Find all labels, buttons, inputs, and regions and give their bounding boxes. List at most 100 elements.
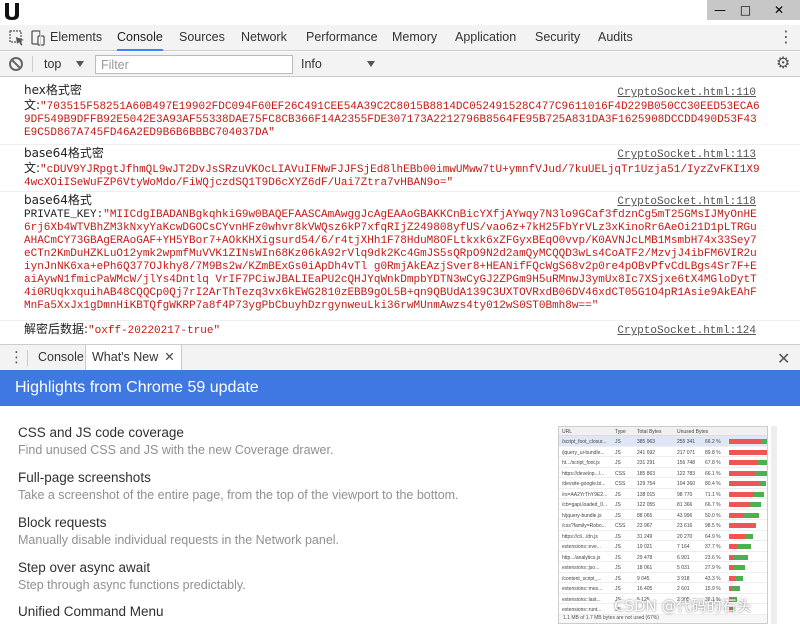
coverage-cell-type: JS xyxy=(615,554,621,561)
coverage-cell-unused: 7 164 xyxy=(677,544,690,550)
coverage-cell-url: extensions::runt... xyxy=(562,607,602,613)
message-value: "MIICdgIBADANBgkqhkiG9w0BAQEFAASCAmAwggJ… xyxy=(24,209,757,312)
coverage-cell-type: JS xyxy=(615,491,621,498)
coverage-cell-type: JS xyxy=(615,439,621,445)
coverage-row: /cb=gapi.loaded_0... JS 122 055 81 366 66.7 … xyxy=(559,499,767,510)
coverage-cell-type: JS xyxy=(615,460,621,466)
maximize-button[interactable]: □ xyxy=(733,0,758,20)
used-bytes-bar xyxy=(730,586,741,591)
coverage-cell-unused: 98 770 xyxy=(677,491,693,498)
coverage-cell-url: /script_foot_closur... xyxy=(562,439,607,445)
message-source-link[interactable]: CryptoSocket.html:110 xyxy=(617,87,756,100)
drawer-menu-icon[interactable]: ⋮ xyxy=(9,350,24,365)
coverage-cell-type: JS xyxy=(615,512,621,519)
coverage-cell-total: 16 405 xyxy=(637,586,653,592)
coverage-row: extensions::jso... JS 18 061 5 031 27.9 % xyxy=(559,562,767,573)
drawer-tab-whats-new[interactable]: What's New ✕ xyxy=(85,345,182,371)
coverage-cell-pct: 50.0 % xyxy=(705,512,721,519)
used-bytes-bar xyxy=(733,565,746,570)
feature-item[interactable]: CSS and JS code coverage Find unused CSS… xyxy=(18,425,333,457)
coverage-cell-total: 129 754 xyxy=(637,481,656,487)
coverage-cell-url: /cb=gapi.loaded_0... xyxy=(562,502,608,508)
clear-console-icon[interactable] xyxy=(9,57,23,71)
feature-title: Full-page screenshots xyxy=(18,470,151,485)
coverage-row: http.../analytics.js JS 29 478 6 901 23.6 % xyxy=(559,552,767,562)
coverage-cell-total: 9 045 xyxy=(637,575,650,582)
tab-network[interactable]: Network xyxy=(241,25,287,51)
message-source-link[interactable]: CryptoSocket.html:113 xyxy=(617,149,756,162)
coverage-cell-total: 29 478 xyxy=(637,554,653,561)
message-source-link[interactable]: CryptoSocket.html:118 xyxy=(617,196,756,209)
tab-memory[interactable]: Memory xyxy=(392,25,437,51)
feature-title: Block requests xyxy=(18,515,107,530)
coverage-cell-pct: 71.1 % xyxy=(705,491,721,498)
coverage-cell-unused: 43 996 xyxy=(677,512,693,519)
coverage-cell-total: 185 863 xyxy=(637,470,656,477)
thumb-scrollbar xyxy=(771,426,777,624)
message-source-link[interactable]: CryptoSocket.html:124 xyxy=(617,325,756,338)
coverage-cell-url: /jquery_ui-bundle... xyxy=(562,449,605,456)
coverage-cell-unused: 5 031 xyxy=(677,565,690,571)
console-output: hex格式密 文:"703515F58251A60B497E19902FDC09… xyxy=(0,78,800,338)
console-toolbar: top Filter Info ⚙ xyxy=(0,52,800,77)
tab-sources[interactable]: Sources xyxy=(179,25,225,51)
log-level-dropdown-icon[interactable] xyxy=(367,61,375,67)
close-tab-icon[interactable]: ✕ xyxy=(164,350,174,364)
console-message: 解密后数据:"oxff-20220217-true" CryptoSocket.… xyxy=(0,321,800,338)
close-drawer-icon[interactable]: ✕ xyxy=(777,349,790,369)
coverage-row: ht.../script_foot.js JS 231 291 156 748 67.8… xyxy=(559,457,767,468)
coverage-row: /rs=AA2YrThY9E2... JS 138 015 98 770 71.1 % xyxy=(559,489,767,499)
tab-security[interactable]: Security xyxy=(535,25,580,51)
coverage-cell-pct: 66.7 % xyxy=(705,502,721,508)
used-bytes-bar xyxy=(743,512,759,518)
console-message: hex格式密 文:"703515F58251A60B497E19902FDC09… xyxy=(0,82,800,145)
feature-description: Manually disable individual requests in … xyxy=(18,533,340,547)
banner-title: Highlights from Chrome 59 update xyxy=(15,379,259,396)
coverage-cell-url: https://cli.../dn.js xyxy=(562,533,598,540)
coverage-row: /script_foot_closur... JS 385 963 255 341 66… xyxy=(559,436,767,447)
feature-item[interactable]: Step over async await Step through async… xyxy=(18,560,246,592)
console-message: base64格式密 文:"cDUV9YJRpgtJfhmQL9wJT2DvJsS… xyxy=(0,145,800,192)
coverage-cell-pct: 89.8 % xyxy=(705,449,721,456)
tab-application[interactable]: Application xyxy=(455,25,516,51)
context-dropdown-icon[interactable] xyxy=(76,61,84,67)
drawer-tab-console[interactable]: Console xyxy=(38,345,84,371)
tab-audits[interactable]: Audits xyxy=(598,25,633,51)
coverage-cell-total: 19 021 xyxy=(637,544,653,550)
coverage-cell-url: /css?family=Robo... xyxy=(562,523,606,529)
unused-bytes-bar xyxy=(729,449,767,455)
coverage-cell-unused: 6 901 xyxy=(677,554,690,561)
log-level-selector[interactable]: Info xyxy=(301,57,322,71)
coverage-cell-pct: 80.4 % xyxy=(705,481,721,487)
coverage-row: /devsite-google.bi... CSS 129 754 104 360 80… xyxy=(559,478,767,489)
coverage-cell-url: h/jquery-bundle.js xyxy=(562,512,602,519)
coverage-cell-type: JS xyxy=(615,575,621,582)
feature-item[interactable]: Block requests Manually disable individu… xyxy=(18,515,339,547)
unused-bytes-bar xyxy=(729,439,761,444)
device-toolbar-icon[interactable] xyxy=(31,30,45,46)
drawer-separator xyxy=(27,350,28,366)
tab-performance[interactable]: Performance xyxy=(306,25,378,51)
feature-item[interactable]: Full-page screenshots Take a screenshot … xyxy=(18,470,459,502)
feature-title: Unified Command Menu xyxy=(18,604,164,619)
feature-description: Step through async functions predictably… xyxy=(18,578,246,592)
feature-item[interactable]: Unified Command Menu xyxy=(18,604,164,619)
context-selector[interactable]: top xyxy=(44,57,61,71)
gear-icon[interactable]: ⚙ xyxy=(776,56,790,72)
more-options-icon[interactable]: ⋮ xyxy=(778,30,794,46)
coverage-cell-url: http.../analytics.js xyxy=(562,554,601,561)
coverage-cell-type: JS xyxy=(615,565,621,571)
coverage-row: extensions::eve... JS 19 021 7 164 37.7 % xyxy=(559,541,767,552)
filter-input[interactable]: Filter xyxy=(95,55,293,74)
unused-bytes-bar xyxy=(729,481,760,486)
coverage-cell-type: CSS xyxy=(615,481,626,487)
close-window-button[interactable]: ✕ xyxy=(758,0,800,20)
tab-elements[interactable]: Elements xyxy=(50,25,102,51)
coverage-table-header: URL Type Total Bytes Unused Bytes xyxy=(559,427,767,436)
tab-console[interactable]: Console xyxy=(117,25,163,51)
minimize-button[interactable]: — xyxy=(707,0,733,20)
coverage-cell-pct: 64.9 % xyxy=(705,533,721,540)
used-bytes-bar xyxy=(755,470,767,476)
inspect-element-icon[interactable] xyxy=(9,30,25,46)
coverage-row: https://cli.../dn.js JS 31 249 20 270 64.9 % xyxy=(559,531,767,541)
